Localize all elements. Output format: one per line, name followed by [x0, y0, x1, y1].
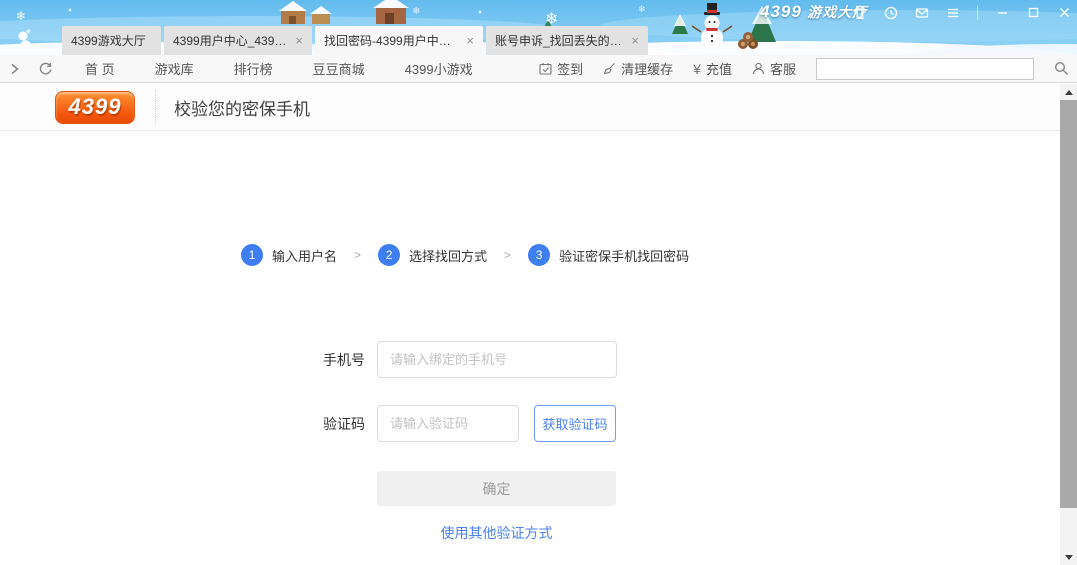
get-code-button[interactable]: 获取验证码 [534, 405, 616, 442]
step-2: 2 选择找回方式 [378, 244, 487, 266]
history-clock-icon[interactable] [884, 6, 898, 20]
tab-close-icon[interactable]: × [466, 34, 474, 47]
code-label: 验证码 [322, 414, 365, 434]
tab-user-center[interactable]: 4399用户中心_4399.com × [164, 26, 312, 55]
step-3-label: 验证密保手机找回密码 [559, 246, 689, 265]
step-1-label: 输入用户名 [272, 246, 337, 265]
tab-label: 账号申诉_找回丢失的439... [495, 32, 623, 49]
step-1: 1 输入用户名 [241, 244, 337, 266]
mascot-icon[interactable] [15, 28, 39, 55]
browser-toolbar: 首 页 游戏库 排行榜 豆豆商城 4399小游戏 签到 清理缓存 ¥ 充值 [0, 55, 1077, 83]
refresh-icon[interactable] [38, 61, 53, 76]
nav-doudou-mall[interactable]: 豆豆商城 [313, 59, 365, 78]
window-titlebar: ❄ ❄ ❄ ❄ 4399 游戏大厅 [0, 0, 1077, 55]
tab-label: 4399用户中心_4399.com [173, 32, 287, 49]
brand-number: 4399 [760, 2, 802, 21]
scrollbar[interactable] [1060, 84, 1077, 565]
page-header: 4399 校验您的密保手机 [0, 84, 1060, 131]
up-arrow-icon [1065, 90, 1073, 95]
customer-service-button[interactable]: 客服 [752, 59, 796, 78]
customer-service-label: 客服 [770, 59, 796, 78]
forward-icon[interactable] [8, 62, 22, 76]
tab-game-hall[interactable]: 4399游戏大厅 [62, 26, 161, 55]
phone-label: 手机号 [322, 350, 365, 370]
toolbar-actions: 签到 清理缓存 ¥ 充值 客服 [539, 58, 1069, 80]
tab-account-appeal[interactable]: 账号申诉_找回丢失的439... × [486, 26, 648, 55]
scrollbar-down-button[interactable] [1060, 549, 1077, 565]
svg-text:❄: ❄ [16, 9, 26, 23]
maximize-icon[interactable] [1026, 6, 1040, 20]
scrollbar-thumb[interactable] [1060, 100, 1077, 508]
nav-mini-games[interactable]: 4399小游戏 [405, 59, 473, 78]
skin-shirt-icon[interactable] [853, 6, 867, 20]
clear-cache-label: 清理缓存 [621, 59, 673, 78]
tab-close-icon[interactable]: × [295, 34, 303, 47]
search-icon[interactable] [1054, 61, 1069, 76]
nav-home[interactable]: 首 页 [85, 59, 115, 78]
step-2-circle: 2 [378, 244, 400, 266]
svg-text:❄: ❄ [638, 4, 646, 14]
step-indicator: 1 输入用户名 > 2 选择找回方式 > 3 验证密保手机找回密码 [241, 244, 689, 266]
code-input[interactable] [377, 405, 519, 442]
toolbar-nav: 首 页 游戏库 排行榜 豆豆商城 4399小游戏 [85, 59, 473, 78]
step-3: 3 验证密保手机找回密码 [528, 244, 689, 266]
check-in-label: 签到 [557, 59, 583, 78]
page-content: 4399 校验您的密保手机 1 输入用户名 > 2 选择找回方式 > 3 验证密… [0, 84, 1060, 565]
scrollbar-up-button[interactable] [1060, 84, 1077, 100]
calendar-check-icon [539, 62, 552, 75]
header-divider [155, 90, 156, 124]
menu-icon[interactable] [946, 6, 960, 20]
step-separator-chevron: > [354, 248, 361, 262]
tab-bar: 4399游戏大厅 4399用户中心_4399.com × 找回密码-4399用户… [62, 26, 648, 55]
window-controls-separator [977, 6, 978, 20]
nav-game-library[interactable]: 游戏库 [155, 59, 194, 78]
phone-row: 手机号 [322, 341, 617, 378]
tab-label: 4399游戏大厅 [71, 32, 152, 49]
nav-rankings[interactable]: 排行榜 [234, 59, 273, 78]
phone-verification-form: 手机号 验证码 获取验证码 确定 使用其他验证方式 [322, 341, 617, 543]
broom-icon [603, 62, 616, 75]
recharge-button[interactable]: ¥ 充值 [693, 59, 732, 78]
step-3-circle: 3 [528, 244, 550, 266]
other-verification-link[interactable]: 使用其他验证方式 [377, 523, 616, 543]
close-icon[interactable] [1057, 6, 1071, 20]
tab-close-icon[interactable]: × [631, 34, 639, 47]
svg-text:❄: ❄ [412, 6, 420, 17]
confirm-button[interactable]: 确定 [377, 471, 616, 506]
page-title: 校验您的密保手机 [174, 95, 310, 120]
minimize-icon[interactable] [995, 6, 1009, 20]
mail-icon[interactable] [915, 6, 929, 20]
site-logo[interactable]: 4399 [55, 91, 135, 124]
yen-icon: ¥ [693, 61, 701, 77]
phone-input[interactable] [377, 341, 617, 378]
step-1-circle: 1 [241, 244, 263, 266]
step-2-label: 选择找回方式 [409, 246, 487, 265]
search-input[interactable] [816, 58, 1034, 80]
tab-label: 找回密码-4399用户中心_... [324, 32, 458, 49]
tab-password-recovery[interactable]: 找回密码-4399用户中心_... × [315, 26, 483, 55]
clear-cache-button[interactable]: 清理缓存 [603, 59, 673, 78]
code-row: 验证码 获取验证码 [322, 405, 617, 442]
app-brand: 4399 游戏大厅 [760, 2, 867, 22]
check-in-button[interactable]: 签到 [539, 59, 583, 78]
down-arrow-icon [1065, 555, 1073, 560]
person-icon [752, 62, 765, 75]
window-controls [853, 0, 1071, 25]
step-separator-chevron: > [504, 248, 511, 262]
recharge-label: 充值 [706, 59, 732, 78]
